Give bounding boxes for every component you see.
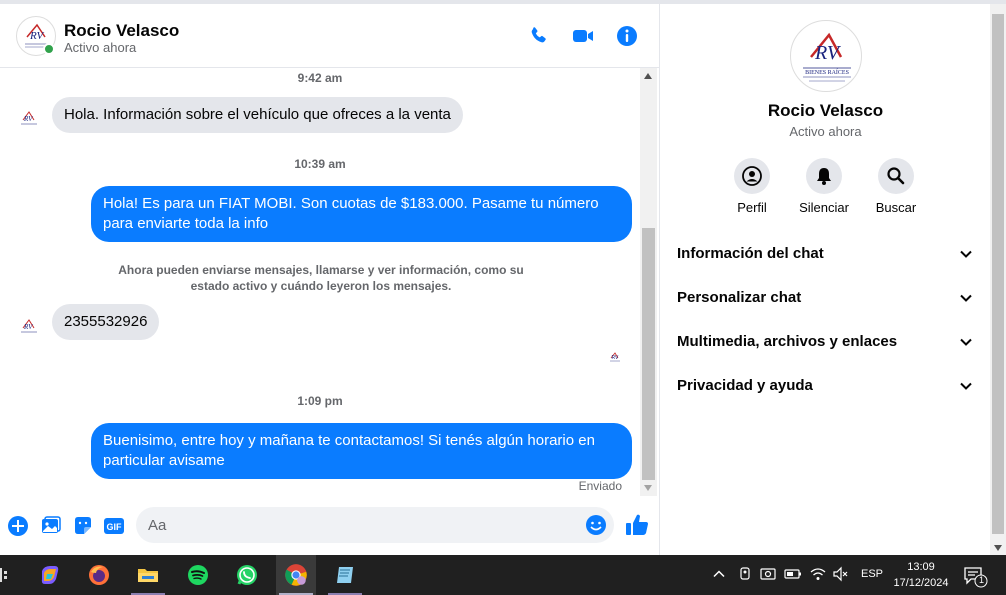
svg-text:RV: RV	[29, 30, 45, 42]
bell-icon	[806, 158, 842, 194]
section-privacy-help[interactable]: Privacidad y ayuda	[668, 364, 983, 408]
mute-action-button[interactable]: Silenciar	[788, 158, 860, 215]
chevron-down-icon	[960, 294, 972, 302]
thumbs-up-icon[interactable]	[624, 512, 650, 538]
search-action-label: Buscar	[875, 200, 917, 215]
phone-call-icon[interactable]	[527, 24, 551, 48]
widgets-edge-icon[interactable]	[0, 567, 8, 583]
svg-text:RV: RV	[23, 323, 33, 331]
online-status-dot	[43, 43, 55, 55]
firefox-icon[interactable]	[79, 555, 119, 595]
profile-action-label: Perfil	[737, 200, 767, 215]
wifi-icon[interactable]	[810, 566, 826, 582]
copilot-icon[interactable]	[30, 555, 70, 595]
svg-text:RV: RV	[814, 42, 842, 64]
timestamp: 10:39 am	[294, 157, 346, 171]
emoji-icon[interactable]	[585, 514, 607, 536]
chat-column: RV Rocio Velasco Activo ahora 9:42 am RV…	[0, 4, 659, 555]
notification-center-icon[interactable]: 1	[962, 564, 990, 588]
page-scroll-down-arrow-icon[interactable]	[994, 545, 1002, 551]
plus-icon[interactable]	[7, 515, 29, 537]
photo-icon[interactable]	[40, 515, 62, 537]
mute-action-label: Silenciar	[799, 200, 849, 215]
screen-capture-icon[interactable]	[760, 566, 776, 582]
outgoing-message[interactable]: Hola! Es para un FIAT MOBI. Son cuotas d…	[91, 186, 632, 242]
sent-status: Enviado	[578, 479, 622, 493]
chevron-down-icon	[960, 338, 972, 346]
panel-contact-name: Rocio Velasco	[767, 101, 884, 120]
system-notice: Ahora pueden enviarse mensajes, llamarse…	[118, 263, 524, 293]
camera-privacy-icon[interactable]	[738, 567, 752, 581]
contact-mini-avatar: RV	[21, 111, 37, 125]
clock-date: 17/12/2024	[893, 577, 949, 589]
notepad-icon[interactable]	[325, 555, 365, 595]
system-clock[interactable]: 13:09 17/12/2024	[880, 559, 962, 591]
contact-info-panel: RV BIENES RAÍCES Rocio Velasco Activo ah…	[659, 4, 990, 555]
page-scrollbar[interactable]	[990, 4, 1006, 555]
notification-count: 1	[978, 575, 984, 585]
profile-action-button[interactable]: Perfil	[716, 158, 788, 215]
page-scroll-thumb[interactable]	[992, 14, 1004, 534]
search-icon	[878, 158, 914, 194]
tray-chevron-up-icon[interactable]	[712, 567, 726, 581]
whatsapp-icon[interactable]	[227, 555, 267, 595]
section-title: Privacidad y ayuda	[677, 377, 813, 394]
panel-contact-status: Activo ahora	[789, 124, 862, 139]
section-title: Personalizar chat	[677, 289, 802, 306]
windows-taskbar: ESP 13:09 17/12/2024 1	[0, 555, 1006, 595]
sticker-icon[interactable]	[72, 515, 94, 537]
profile-icon	[734, 158, 770, 194]
message-list: 9:42 am RV Hola. Información sobre el ve…	[0, 68, 640, 498]
speaker-muted-icon[interactable]	[832, 566, 848, 582]
messenger-window: RV Rocio Velasco Activo ahora 9:42 am RV…	[0, 0, 1006, 555]
info-icon[interactable]	[615, 24, 639, 48]
file-explorer-icon[interactable]	[128, 555, 168, 595]
seen-receipt-avatar: RV	[610, 352, 620, 362]
video-call-icon[interactable]	[571, 24, 595, 48]
spotify-icon[interactable]	[178, 555, 218, 595]
composer-bar: GIF	[0, 498, 659, 555]
scroll-thumb[interactable]	[642, 228, 655, 480]
chrome-icon[interactable]	[276, 555, 316, 595]
chevron-down-icon	[960, 250, 972, 258]
search-action-button[interactable]: Buscar	[860, 158, 932, 215]
svg-text:RV: RV	[23, 115, 33, 123]
contact-status: Activo ahora	[64, 40, 137, 55]
svg-text:RV: RV	[612, 355, 620, 361]
scroll-down-arrow-icon[interactable]	[644, 485, 652, 491]
message-input[interactable]	[148, 507, 578, 543]
logo-subtitle: BIENES RAÍCES	[805, 68, 849, 76]
chat-scrollbar[interactable]	[640, 68, 657, 496]
section-media-files-links[interactable]: Multimedia, archivos y enlaces	[668, 320, 983, 364]
clock-time: 13:09	[907, 561, 935, 573]
contact-mini-avatar: RV	[21, 319, 37, 333]
panel-contact-avatar[interactable]: RV BIENES RAÍCES	[790, 20, 862, 92]
section-customize-chat[interactable]: Personalizar chat	[668, 276, 983, 320]
incoming-message[interactable]: 2355532926	[52, 304, 160, 340]
message-input-wrap[interactable]	[136, 507, 614, 543]
timestamp: 1:09 pm	[297, 394, 343, 408]
section-title: Información del chat	[677, 245, 824, 262]
section-title: Multimedia, archivos y enlaces	[677, 333, 898, 350]
timestamp: 9:42 am	[297, 71, 343, 85]
scroll-up-arrow-icon[interactable]	[644, 73, 652, 79]
gif-icon-label: GIF	[107, 522, 123, 532]
outgoing-message[interactable]: Buenisimo, entre hoy y mañana te contact…	[91, 423, 632, 479]
battery-icon[interactable]	[784, 567, 802, 581]
incoming-message[interactable]: Hola. Información sobre el vehículo que …	[52, 97, 463, 133]
rv-logo-icon: RV BIENES RAÍCES	[803, 32, 851, 82]
chevron-down-icon	[960, 382, 972, 390]
section-chat-info[interactable]: Información del chat	[668, 232, 983, 276]
contact-name[interactable]: Rocio Velasco	[64, 21, 179, 41]
gif-icon[interactable]: GIF	[103, 515, 125, 537]
chat-header: RV Rocio Velasco Activo ahora	[0, 4, 659, 68]
